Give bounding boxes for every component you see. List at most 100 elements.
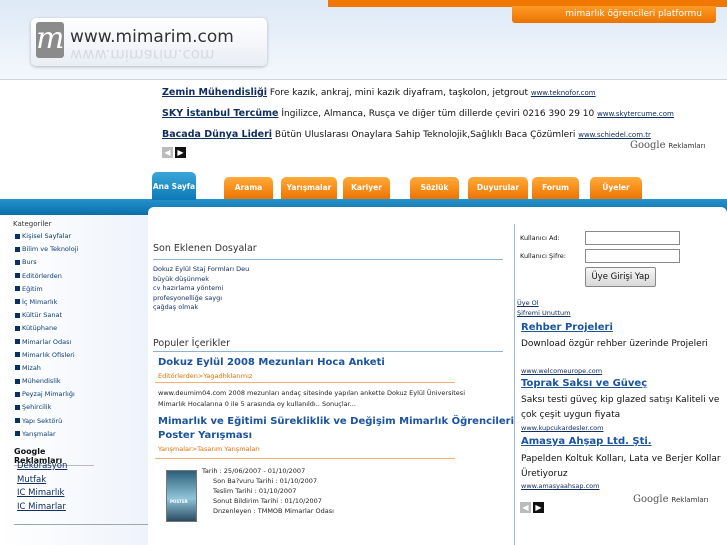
ad-title[interactable]: SKY İstanbul Tercüme: [162, 108, 279, 119]
category-item[interactable]: Mimarlar Odası: [15, 336, 78, 349]
sidebar-ad-link[interactable]: IC Mimarlık: [17, 487, 67, 501]
category-label[interactable]: Kütüphane: [22, 324, 57, 332]
prev-arrow-icon[interactable]: ◀: [520, 502, 531, 513]
category-label[interactable]: Mühendislik: [22, 377, 61, 385]
file-link[interactable]: profesyonelliğe saygı: [153, 294, 249, 304]
platform-tag: mimarlık öğrencileri platformu: [512, 6, 716, 23]
category-label[interactable]: Peyzaj Mimarlığı: [22, 390, 75, 398]
password-input[interactable]: [585, 249, 680, 263]
next-arrow-icon[interactable]: ▶: [175, 147, 186, 158]
username-input[interactable]: [585, 231, 680, 245]
register-link[interactable]: Üye Ol: [517, 299, 539, 307]
poster-thumbnail[interactable]: POSTER: [166, 470, 197, 522]
article-divider: [155, 382, 455, 383]
ad-url[interactable]: www.schiedel.com.tr: [578, 131, 651, 139]
category-item[interactable]: Kütüphane: [15, 322, 78, 335]
category-label[interactable]: Burs: [22, 258, 37, 266]
detail-line: Teslim Tarihi : 01/10/2007: [213, 487, 297, 495]
category-item[interactable]: Editörlerden: [15, 270, 78, 283]
right-ad-title[interactable]: Toprak Saksı ve Güveç: [521, 378, 647, 389]
article-category[interactable]: Editörlerden>Yagadhklarımız: [158, 372, 252, 380]
recent-files-divider: [153, 259, 503, 260]
right-ad-title[interactable]: Rehber Projeleri: [521, 322, 613, 333]
category-item[interactable]: Yapı Sektörü: [15, 415, 78, 428]
category-item[interactable]: Yarışmalar: [15, 428, 78, 441]
google-brand: Google: [633, 494, 669, 505]
right-ad-url[interactable]: www.welcomeurope.com: [521, 367, 602, 375]
main-nav: Ana Sayfa Arama Yarışmalar Kariyer Sözlü…: [152, 172, 727, 200]
article-title-line[interactable]: Mimarlık ve Eğitimi Sürekliklik ve Değiş…: [158, 415, 514, 429]
ad-url[interactable]: www.skytercume.com: [597, 110, 674, 118]
right-ad-url[interactable]: www.kupcukardesler.com: [521, 424, 603, 432]
ad-desc: Bütün Uluslarası Onaylara Sahip Teknoloj…: [274, 130, 576, 140]
article-title[interactable]: Mimarlık ve Eğitimi Sürekliklik ve Değiş…: [158, 415, 514, 443]
tab-kariyer[interactable]: Kariyer: [343, 177, 390, 199]
ad-title[interactable]: Bacada Dünya Lideri: [162, 129, 272, 140]
next-arrow-icon[interactable]: ▶: [533, 502, 544, 513]
google-ads-label[interactable]: Google Reklamları: [633, 494, 708, 505]
ad-desc: İngilizce, Almanca, Rusça ve diğer tüm d…: [281, 109, 595, 119]
category-label[interactable]: Mimarlar Odası: [22, 338, 71, 346]
category-label[interactable]: İç Mimarlık: [22, 298, 57, 306]
category-item[interactable]: Mimarlık Ofisleri: [15, 349, 78, 362]
sidebar-ad-link[interactable]: Dekorasyon: [17, 460, 67, 474]
logo-text[interactable]: www.mimarim.com: [70, 27, 234, 47]
tab-duyurular[interactable]: Duyurular: [468, 177, 528, 199]
google-suffix: Reklamları: [668, 142, 706, 150]
google-ads-label[interactable]: Google Reklamları: [630, 140, 705, 151]
article-title[interactable]: Dokuz Eylül 2008 Mezunları Hoca Anketi: [158, 356, 385, 370]
category-bullet-icon: [15, 312, 20, 318]
category-label[interactable]: Editörlerden: [22, 272, 62, 280]
sidebar-ad-link[interactable]: IC Mimarlar: [17, 501, 67, 515]
tab-forum[interactable]: Forum: [532, 177, 579, 199]
tab-sozluk[interactable]: Sözlük: [410, 177, 459, 199]
header-divider: [0, 79, 727, 80]
category-item[interactable]: Eğitim: [15, 283, 78, 296]
category-item[interactable]: Peyzaj Mimarlığı: [15, 388, 78, 401]
article-title-line[interactable]: Poster Yarışması: [158, 429, 514, 443]
login-button[interactable]: Üye Girişi Yap: [585, 267, 656, 287]
category-item[interactable]: İç Mimarlık: [15, 296, 78, 309]
logo-icon[interactable]: m: [36, 22, 64, 58]
category-item[interactable]: Bilim ve Teknoloji: [15, 243, 78, 256]
ad-url[interactable]: www.teknofor.com: [531, 89, 596, 97]
prev-arrow-icon[interactable]: ◀: [162, 147, 173, 158]
category-label[interactable]: Mimarlık Ofisleri: [22, 351, 75, 359]
category-label[interactable]: Kültür Sanat: [22, 311, 62, 319]
category-label[interactable]: Mizah: [22, 364, 41, 372]
category-item[interactable]: Kişisel Sayfalar: [15, 230, 78, 243]
file-link[interactable]: cv hazırlama yöntemi: [153, 284, 249, 294]
ad-title[interactable]: Zemin Mühendisliği: [162, 87, 267, 98]
platform-label: mimarlık öğrencileri platformu: [565, 9, 702, 19]
category-label[interactable]: Kişisel Sayfalar: [22, 232, 71, 240]
category-item[interactable]: Mühendislik: [15, 375, 78, 388]
category-item[interactable]: Burs: [15, 256, 78, 269]
category-label[interactable]: Yarışmalar: [22, 430, 56, 438]
category-label[interactable]: Eğitim: [22, 285, 43, 293]
sidebar-ad-link[interactable]: Mutfak: [17, 474, 67, 488]
category-bullet-icon: [15, 391, 20, 397]
article-category[interactable]: Yarışmalar>Tasarım Yarışmaları: [158, 445, 260, 453]
category-item[interactable]: Mizah: [15, 362, 78, 375]
right-ad-url[interactable]: www.amasyaahsap.com: [521, 482, 599, 490]
category-item[interactable]: Kültür Sanat: [15, 309, 78, 322]
tab-yarismalar[interactable]: Yarışmalar: [281, 177, 337, 199]
forgot-password-link[interactable]: Şifremi Unuttum: [517, 309, 571, 317]
category-label[interactable]: Şehircilik: [22, 403, 51, 411]
file-link[interactable]: büyük düşünmek: [153, 275, 249, 285]
ad-item[interactable]: SKY İstanbul Tercüme İngilizce, Almanca,…: [162, 107, 722, 128]
category-label[interactable]: Yapı Sektörü: [22, 417, 62, 425]
category-item[interactable]: Şehircilik: [15, 401, 78, 414]
category-bullet-icon: [15, 431, 20, 437]
file-link[interactable]: çağdaş olmak: [153, 303, 249, 313]
file-link[interactable]: Dokuz Eylül Staj Formları Deu: [153, 265, 249, 275]
username-label: Kullanıcı Ad:: [520, 234, 560, 242]
tab-uyeler[interactable]: Üyeler: [590, 177, 642, 199]
right-ad-title[interactable]: Amasya Ahşap Ltd. Şti.: [521, 436, 652, 447]
category-label[interactable]: Bilim ve Teknoloji: [22, 245, 78, 253]
tab-arama[interactable]: Arama: [224, 177, 273, 199]
category-bullet-icon: [15, 259, 20, 265]
ad-desc: Fore kazık, ankraj, mini kazık diyafram,…: [269, 88, 528, 98]
tab-ana-sayfa[interactable]: Ana Sayfa: [152, 172, 196, 200]
ad-item[interactable]: Zemin Mühendisliği Fore kazık, ankraj, m…: [162, 86, 722, 107]
